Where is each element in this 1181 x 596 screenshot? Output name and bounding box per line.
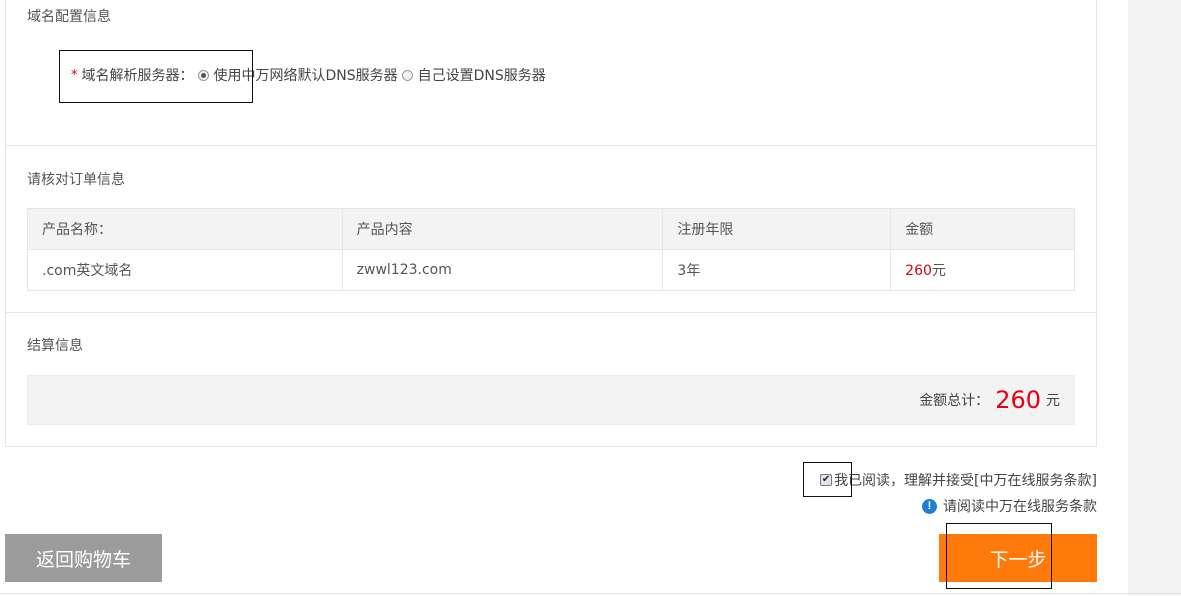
settlement-section: 结算信息 金额总计： 260 元 xyxy=(5,313,1097,447)
header-product-name: 产品名称： xyxy=(27,208,343,250)
right-gutter xyxy=(1128,0,1181,596)
next-step-button[interactable]: 下一步 xyxy=(939,534,1097,582)
table-row: .com英文域名 zwwl123.com 3年 260元 xyxy=(27,249,1075,291)
cell-term: 3年 xyxy=(662,249,892,291)
dns-default-label[interactable]: 使用中万网络默认DNS服务器 xyxy=(214,65,398,85)
dns-option-custom[interactable]: 自己设置DNS服务器 xyxy=(398,65,546,85)
dns-server-label: 域名解析服务器： xyxy=(81,68,194,84)
dns-option-default[interactable]: 使用中万网络默认DNS服务器 xyxy=(194,65,398,85)
order-confirmation-page: 域名配置信息 * 域名解析服务器： 使用中万网络默认DNS服务器 自己设置DNS… xyxy=(0,0,1181,596)
total-amount: 260 xyxy=(995,386,1041,414)
required-mark: * xyxy=(71,67,78,83)
price-value: 260 xyxy=(905,263,932,279)
price-unit: 元 xyxy=(931,263,946,279)
bottom-divider xyxy=(0,593,1181,594)
cell-amount: 260元 xyxy=(890,249,1075,291)
order-info-section: 请核对订单信息 产品名称： 产品内容 注册年限 金额 .com英文域名 zwwl… xyxy=(5,146,1097,313)
agreement-notice-text: 请阅读中万在线服务条款 xyxy=(943,499,1097,515)
header-product-content: 产品内容 xyxy=(341,208,664,250)
dns-default-radio[interactable] xyxy=(197,69,209,81)
cell-product-name: .com英文域名 xyxy=(27,249,343,291)
settlement-title: 结算信息 xyxy=(27,338,83,354)
header-term: 注册年限 xyxy=(662,208,892,250)
info-icon: ! xyxy=(922,498,937,514)
total-label: 金额总计： xyxy=(919,393,990,409)
agreement-row[interactable]: ✔ 我已阅读，理解并接受[中万在线服务条款] xyxy=(820,470,1097,490)
cell-product-content: zwwl123.com xyxy=(341,249,664,291)
domain-config-title: 域名配置信息 xyxy=(27,9,111,25)
agreement-text[interactable]: 我已阅读，理解并接受[中万在线服务条款] xyxy=(834,470,1097,490)
dns-server-row: * 域名解析服务器： 使用中万网络默认DNS服务器 自己设置DNS服务器 xyxy=(71,65,546,85)
domain-config-section: 域名配置信息 * 域名解析服务器： 使用中万网络默认DNS服务器 自己设置DNS… xyxy=(5,0,1097,146)
agreement-notice: ! 请阅读中万在线服务条款 xyxy=(922,496,1097,516)
dns-custom-radio[interactable] xyxy=(401,69,413,81)
back-to-cart-button[interactable]: 返回购物车 xyxy=(5,534,162,582)
header-amount: 金额 xyxy=(890,208,1075,250)
dns-custom-label[interactable]: 自己设置DNS服务器 xyxy=(418,65,546,85)
order-table: 产品名称： 产品内容 注册年限 金额 .com英文域名 zwwl123.com … xyxy=(27,208,1075,291)
order-info-title: 请核对订单信息 xyxy=(27,172,125,188)
total-unit: 元 xyxy=(1046,393,1060,409)
order-table-header: 产品名称： 产品内容 注册年限 金额 xyxy=(27,208,1075,250)
total-bar: 金额总计： 260 元 xyxy=(27,375,1075,425)
agreement-checkbox[interactable]: ✔ xyxy=(820,474,833,486)
